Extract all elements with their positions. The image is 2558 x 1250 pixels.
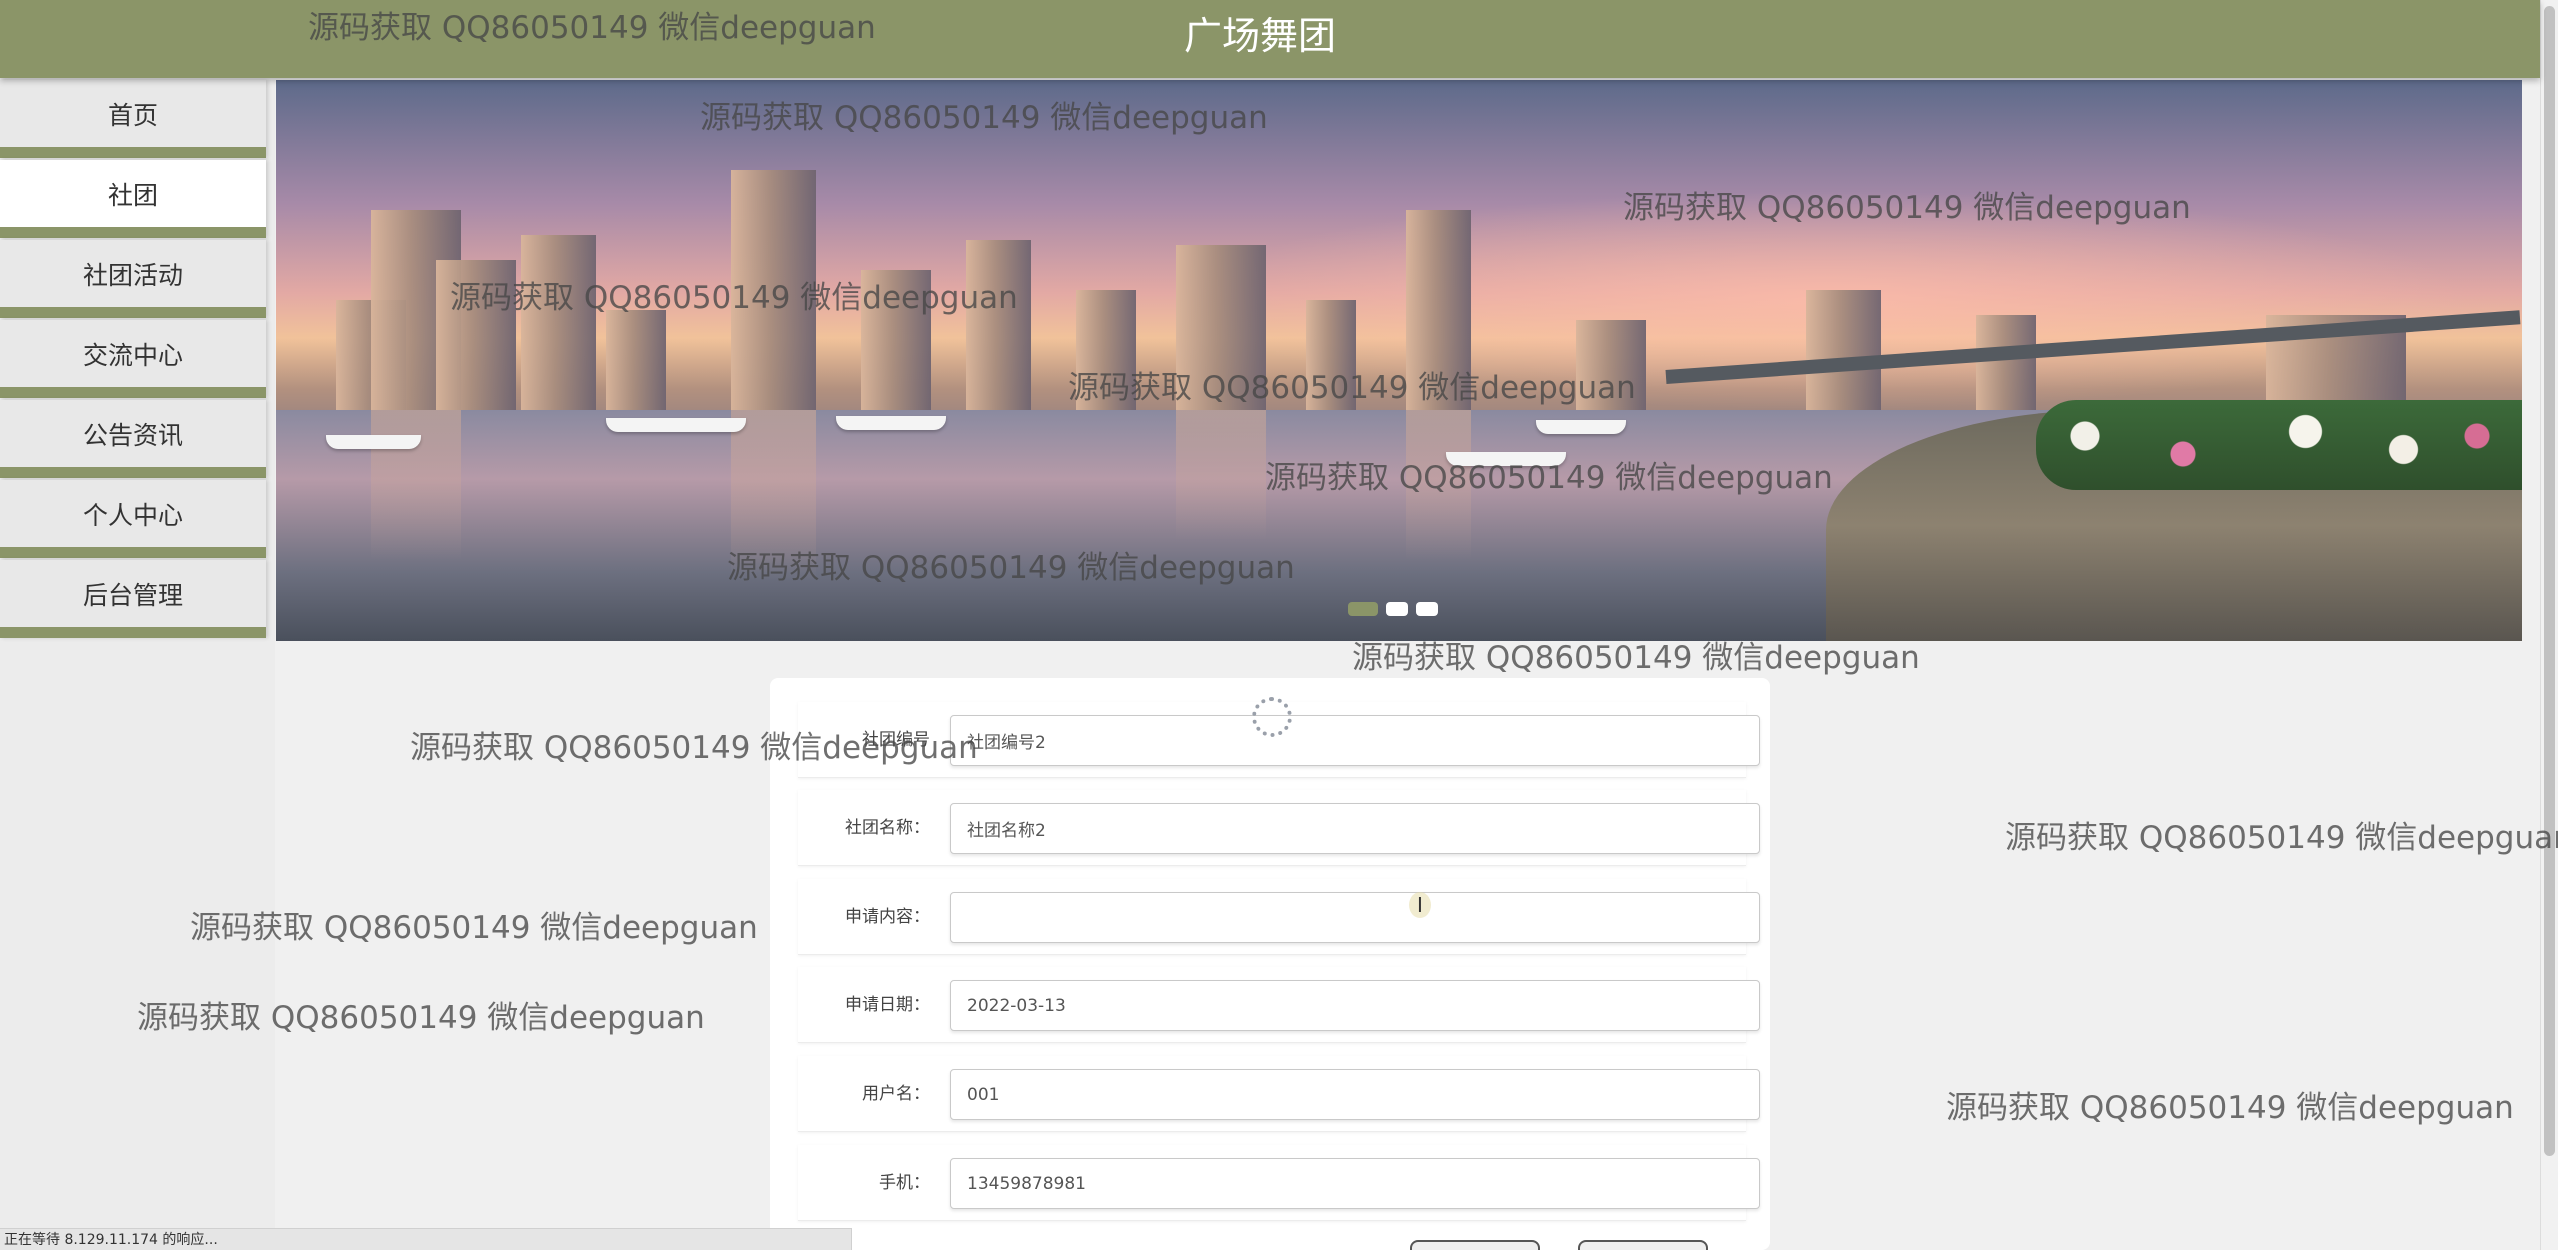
club-id-input[interactable]	[950, 715, 1760, 766]
banner-building	[861, 270, 931, 410]
banner-building	[731, 170, 816, 410]
form-row-phone: 手机：	[798, 1145, 1760, 1221]
banner-building	[966, 240, 1031, 410]
banner-reflection	[731, 410, 816, 580]
banner-reflection	[371, 410, 461, 560]
banner-building	[1806, 290, 1881, 410]
banner-flowers	[2036, 400, 2522, 490]
banner-boat	[1536, 420, 1626, 434]
form-row-application-content: 申请内容：	[798, 879, 1760, 955]
banner-carousel	[276, 80, 2522, 641]
banner-building	[606, 310, 666, 410]
banner-boat	[326, 435, 421, 449]
banner-reflection	[1406, 410, 1471, 560]
sidebar-item-admin[interactable]: 后台管理	[0, 560, 266, 638]
sidebar-item-club-activities[interactable]: 社团活动	[0, 240, 266, 318]
banner-building	[1306, 300, 1356, 410]
carousel-dot-3[interactable]	[1416, 602, 1438, 616]
phone-label: 手机：	[879, 1173, 930, 1193]
sidebar-item-home[interactable]: 首页	[0, 80, 266, 158]
club-name-input[interactable]	[950, 803, 1760, 854]
banner-building	[521, 235, 596, 410]
watermark-text: 源码获取 QQ86050149 微信deepguan	[2005, 820, 2558, 856]
form-row-username: 用户名：	[798, 1056, 1760, 1132]
sidebar-item-news[interactable]: 公告资讯	[0, 400, 266, 478]
username-label: 用户名：	[862, 1084, 930, 1104]
sidebar-nav: 首页 社团 社团活动 交流中心 公告资讯 个人中心 后台管理	[0, 80, 275, 1250]
application-date-label: 申请日期：	[845, 995, 930, 1015]
carousel-indicators	[1348, 602, 1438, 616]
banner-building	[1076, 290, 1136, 410]
sidebar-item-club[interactable]: 社团	[0, 160, 266, 238]
form-row-application-date: 申请日期：	[798, 967, 1760, 1043]
top-header: 广场舞团	[0, 0, 2540, 78]
banner-boat	[836, 416, 946, 430]
banner-building	[1406, 210, 1471, 410]
application-content-input[interactable]	[950, 892, 1760, 943]
page-scrollbar[interactable]	[2540, 0, 2558, 1250]
browser-status-bar: 正在等待 8.129.11.174 的响应...	[0, 1228, 852, 1250]
watermark-text: 源码获取 QQ86050149 微信deepguan	[190, 910, 758, 946]
carousel-dot-1[interactable]	[1348, 602, 1378, 616]
carousel-dot-2[interactable]	[1386, 602, 1408, 616]
submit-button[interactable]	[1410, 1240, 1540, 1250]
username-input[interactable]	[950, 1069, 1760, 1120]
phone-input[interactable]	[950, 1158, 1760, 1209]
banner-building	[436, 260, 516, 410]
text-cursor-icon: I	[1409, 892, 1431, 918]
application-content-label: 申请内容：	[845, 907, 930, 927]
club-name-label: 社团名称：	[845, 818, 930, 838]
application-date-input[interactable]	[950, 980, 1760, 1031]
loading-spinner-icon	[1252, 697, 1292, 737]
form-row-club-name: 社团名称：	[798, 790, 1760, 866]
scrollbar-thumb[interactable]	[2544, 6, 2555, 1156]
cancel-button[interactable]	[1578, 1240, 1708, 1250]
club-id-label: 社团编号	[862, 730, 930, 750]
banner-boat	[1446, 452, 1566, 466]
sidebar-item-forum[interactable]: 交流中心	[0, 320, 266, 398]
banner-boat	[606, 418, 746, 432]
banner-building	[1576, 320, 1646, 410]
banner-building	[1176, 245, 1266, 410]
sidebar-item-profile[interactable]: 个人中心	[0, 480, 266, 558]
club-application-form: 社团编号 社团名称： 申请内容： 申请日期： 用户名： 手机：	[770, 678, 1770, 1250]
site-title: 广场舞团	[1183, 14, 1336, 58]
watermark-text: 源码获取 QQ86050149 微信deepguan	[1946, 1090, 2514, 1126]
banner-building	[1976, 315, 2036, 410]
banner-reflection	[1176, 410, 1266, 540]
